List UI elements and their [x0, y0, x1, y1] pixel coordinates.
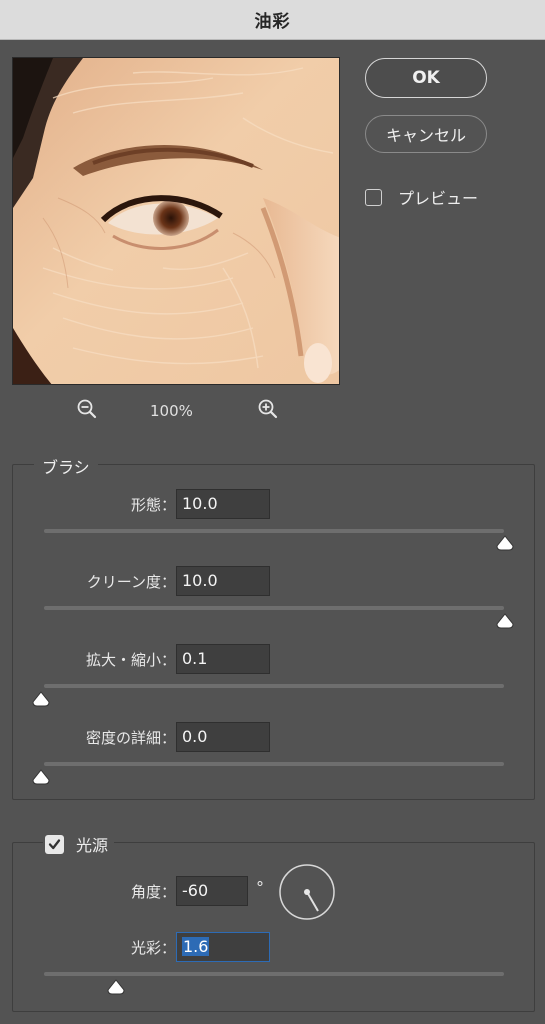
lighting-toggle[interactable]: 光源 [43, 832, 115, 856]
angle-dial[interactable] [278, 863, 336, 921]
zoom-controls: 100% [0, 398, 352, 426]
shine-label: 光彩： [130, 938, 176, 957]
cleanliness-label: クリーン度： [86, 572, 176, 591]
brush-group-title: ブラシ [34, 454, 98, 478]
ok-button[interactable]: OK [365, 58, 487, 98]
checkmark-icon [48, 838, 61, 849]
angle-unit: ° [256, 878, 264, 897]
shine-slider-thumb[interactable] [106, 979, 126, 995]
stylization-label: 形態： [130, 495, 176, 514]
cleanliness-slider-track[interactable] [44, 606, 504, 610]
scale-slider-thumb[interactable] [31, 691, 51, 707]
zoom-level: 100% [150, 402, 193, 420]
cleanliness-input[interactable]: 10.0 [176, 566, 270, 596]
bristle-detail-row: 密度の詳細： 0.0 [40, 722, 270, 752]
shine-slider-track[interactable] [44, 972, 504, 976]
lighting-group [12, 842, 535, 1012]
preview-toggle[interactable]: プレビュー [365, 185, 478, 209]
stylization-row: 形態： 10.0 [40, 489, 270, 519]
preview-image[interactable] [12, 57, 340, 385]
cleanliness-row: クリーン度： 10.0 [40, 566, 270, 596]
preview-painting [13, 58, 339, 384]
lighting-group-title: 光源 [76, 836, 109, 855]
zoom-in-icon[interactable] [257, 398, 279, 420]
stylization-slider-thumb[interactable] [495, 535, 515, 551]
zoom-out-icon[interactable] [76, 398, 98, 420]
preview-label: プレビュー [398, 189, 479, 208]
bristle-detail-input[interactable]: 0.0 [176, 722, 270, 752]
angle-label: 角度： [130, 882, 176, 901]
scale-label: 拡大・縮小： [85, 650, 176, 669]
angle-input[interactable]: -60 [176, 876, 248, 906]
bristle-detail-slider-track[interactable] [44, 762, 504, 766]
cleanliness-slider-thumb[interactable] [495, 613, 515, 629]
shine-value: 1.6 [182, 937, 210, 956]
scale-row: 拡大・縮小： 0.1 [40, 644, 270, 674]
scale-input[interactable]: 0.1 [176, 644, 270, 674]
stylization-slider-track[interactable] [44, 529, 504, 533]
preview-checkbox[interactable] [365, 188, 382, 206]
scale-slider-track[interactable] [44, 684, 504, 688]
angle-row: 角度： -60 [40, 876, 248, 906]
bristle-detail-label: 密度の詳細： [85, 728, 176, 747]
shine-row: 光彩： 1.6 [40, 932, 270, 962]
title-bar: 油彩 [0, 0, 545, 40]
window-title: 油彩 [254, 12, 291, 32]
shine-input[interactable]: 1.6 [176, 932, 270, 962]
lighting-checkbox[interactable] [45, 834, 64, 854]
bristle-detail-slider-thumb[interactable] [31, 769, 51, 785]
stylization-input[interactable]: 10.0 [176, 489, 270, 519]
cancel-button[interactable]: キャンセル [365, 115, 487, 153]
